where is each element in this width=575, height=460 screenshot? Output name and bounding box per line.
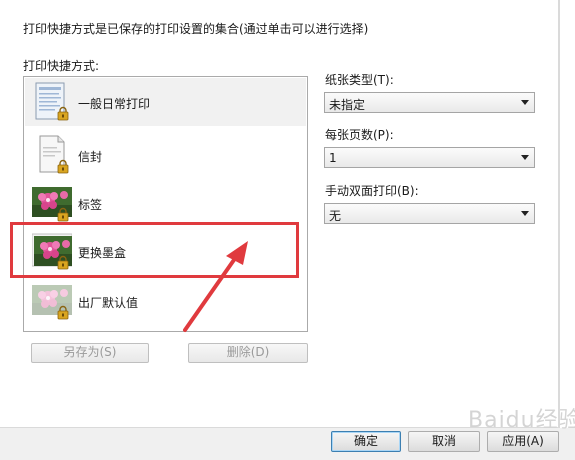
cancel-button[interactable]: 取消 [408, 431, 480, 452]
shortcut-item-daily-printing[interactable]: 一般日常打印 [25, 78, 306, 126]
save-as-button[interactable]: 另存为(S) [31, 343, 149, 363]
shortcut-list[interactable]: 一般日常打印 信封 标签 更换墨盒 出厂默认值 [23, 76, 308, 332]
pages-per-sheet-select[interactable]: 1 [324, 147, 535, 168]
window-frame-edge [558, 0, 560, 428]
envelope-thumbnail-icon [32, 135, 72, 175]
shortcut-item-factory-default[interactable]: 出厂默认值 [25, 277, 306, 325]
apply-button[interactable]: 应用(A) [487, 431, 559, 452]
shortcut-item-label: 一般日常打印 [78, 97, 151, 111]
chevron-down-icon [521, 211, 529, 216]
chevron-down-icon [521, 100, 529, 105]
shortcut-item-label-paper[interactable]: 标签 [25, 179, 306, 227]
shortcut-list-label: 打印快捷方式: [23, 59, 100, 73]
pages-per-sheet-value: 1 [329, 151, 337, 165]
delete-button[interactable]: 删除(D) [188, 343, 308, 363]
shortcut-item-label: 出厂默认值 [78, 296, 139, 310]
chevron-down-icon [521, 155, 529, 160]
shortcut-item-envelope[interactable]: 信封 [25, 131, 306, 179]
watermark-text: Baidu经验 [468, 408, 575, 433]
paper-type-value: 未指定 [329, 98, 366, 112]
pages-per-sheet-label: 每张页数(P): [325, 128, 394, 142]
duplex-value: 无 [329, 209, 342, 223]
duplex-select[interactable]: 无 [324, 203, 535, 224]
paper-type-label: 纸张类型(T): [325, 73, 394, 87]
paper-type-select[interactable]: 未指定 [324, 92, 535, 113]
shortcut-description: 打印快捷方式是已保存的打印设置的集合(通过单击可以进行选择) [23, 22, 369, 36]
ok-button[interactable]: 确定 [331, 431, 401, 452]
document-thumbnail-icon [32, 82, 72, 122]
duplex-label: 手动双面打印(B): [325, 184, 419, 198]
pointer-arrow-icon [183, 241, 248, 332]
shortcut-item-label: 标签 [78, 198, 103, 212]
shortcut-item-label: 信封 [78, 150, 103, 164]
faded-photo-thumbnail-icon [32, 281, 72, 321]
flower-photo-thumbnail-icon [32, 183, 72, 223]
